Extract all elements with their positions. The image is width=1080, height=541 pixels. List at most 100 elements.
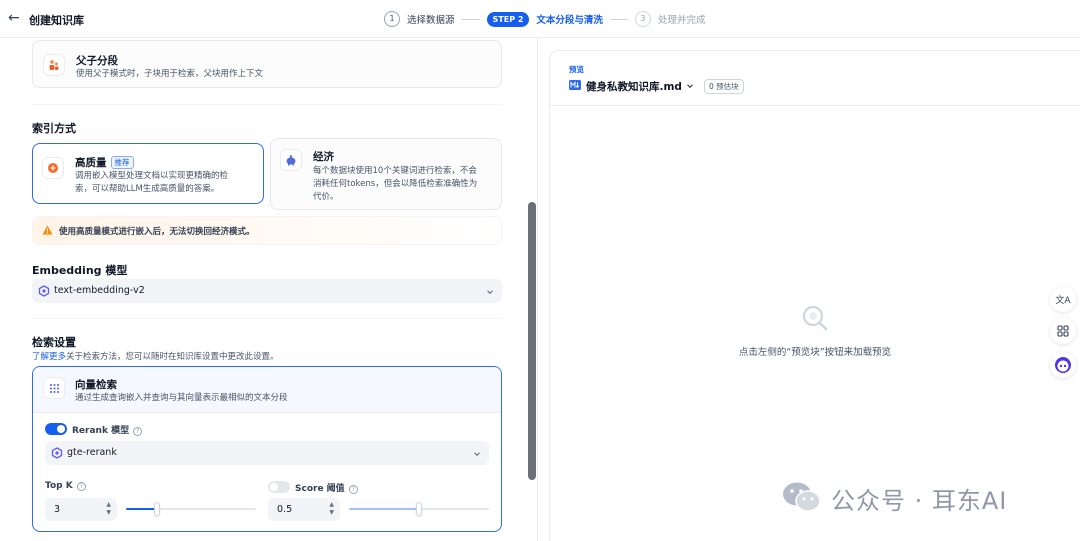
card-title: 向量检索 [75, 379, 117, 391]
high-quality-icon [42, 157, 64, 179]
top-k-label: Top K? [45, 481, 86, 491]
chunk-count-badge: 0 预估块 [703, 78, 744, 94]
document-selector[interactable]: 健身私教知识库.md 0 预估块 [569, 78, 744, 94]
card-desc: 使用父子模式时，子块用于检索，父块用作上下文 [76, 69, 264, 79]
card-desc: 通过生成查询嵌入并查询与其向量表示最相似的文本分段 [75, 393, 288, 403]
step-label: 文本分段与清洗 [536, 15, 603, 26]
rerank-label: Rerank 模型? [72, 423, 143, 436]
divider [550, 105, 1080, 106]
top-k-input[interactable]: 3 ▲ ▼ [45, 498, 117, 521]
index-section-title: 索引方式 [32, 122, 76, 135]
help-icon[interactable]: ? [133, 427, 143, 436]
help-text: 关于检索方法，您可以随时在知识库设置中更改此设置。 [66, 352, 279, 362]
score-threshold-toggle[interactable] [268, 481, 290, 493]
high-quality-title: 高质量 [75, 157, 107, 169]
card-title: 经济 [313, 151, 334, 163]
apps-grid-icon[interactable] [1050, 318, 1076, 344]
retrieval-section-title: 检索设置 [32, 336, 76, 349]
step-connector [609, 18, 628, 20]
stepper: 1 选择数据源 STEP 2 文本分段与清洗 3 处理并完成 [384, 10, 705, 28]
vector-search-card[interactable]: 向量检索 通过生成查询嵌入并查询与其向量表示最相似的文本分段 Rerank 模型… [32, 366, 502, 532]
selected-model: text-embedding-v2 [54, 285, 145, 296]
score-threshold-slider[interactable] [349, 502, 489, 516]
step-label: 处理并完成 [657, 15, 706, 26]
chevron-down-icon [686, 80, 694, 93]
card-desc: 消耗任何tokens，但会以降低检索准确性为 [313, 179, 478, 189]
model-provider-icon [38, 285, 50, 300]
stepper-arrows-icon[interactable]: ▲ ▼ [106, 501, 111, 517]
score-threshold-input[interactable]: 0.5 ▲ ▼ [268, 498, 340, 521]
slider-thumb[interactable] [416, 502, 422, 516]
learn-more-link[interactable]: 了解更多 [32, 352, 66, 362]
selected-rerank-model: gte-rerank [67, 447, 117, 458]
embedding-model-select[interactable]: text-embedding-v2 [32, 279, 502, 303]
empty-state-text: 点击左侧的“预览块”按钮来加载预览 [738, 347, 892, 358]
step-3: 3 处理并完成 [634, 11, 706, 27]
step-1: 1 选择数据源 [384, 11, 455, 27]
step-2: STEP 2 文本分段与清洗 [486, 11, 603, 27]
top-k-value: 3 [54, 504, 61, 515]
wechat-logo-icon [781, 480, 823, 517]
slider-thumb[interactable] [154, 502, 160, 516]
score-threshold-label: Score 阈值? [295, 481, 358, 494]
step-number: 1 [384, 11, 400, 27]
parent-child-icon [43, 54, 65, 76]
step-label: 选择数据源 [407, 15, 455, 26]
step-number: 3 [634, 11, 651, 27]
watermark: 公众号 · 耳东AI [781, 480, 1007, 517]
rerank-label-text: Rerank 模型 [72, 426, 130, 436]
top-k-slider[interactable] [126, 502, 256, 516]
warning-icon [42, 225, 53, 238]
top-k-label-text: Top K [45, 481, 73, 491]
help-icon[interactable]: ? [76, 482, 86, 491]
stepper-arrows-icon[interactable]: ▲ ▼ [329, 501, 334, 517]
recommend-tag: 推荐 [110, 156, 134, 169]
vector-search-header: 向量检索 通过生成查询嵌入并查询与其向量表示最相似的文本分段 [33, 367, 501, 413]
top-bar: ← 创建知识库 1 选择数据源 STEP 2 文本分段与清洗 3 处理并完成 [0, 0, 1080, 38]
slider-fill [126, 508, 157, 510]
panel-divider [537, 38, 538, 541]
grid-dots-icon [43, 377, 65, 399]
card-title: 父子分段 [76, 55, 118, 67]
rerank-model-select[interactable]: gte-rerank [45, 441, 489, 465]
card-desc: 代价。 [313, 192, 339, 202]
piggy-bank-icon [280, 149, 302, 171]
toggle-knob [270, 483, 278, 491]
divider [32, 104, 502, 105]
retrieval-help: 了解更多关于检索方法，您可以随时在知识库设置中更改此设置。 [32, 350, 279, 362]
card-desc: 调用嵌入模型处理文档以实现更精确的检 [75, 171, 229, 181]
model-provider-icon [51, 447, 63, 462]
economy-option[interactable]: 经济 每个数据块使用10个关键词进行检索，不会 消耗任何tokens，但会以降低… [270, 138, 502, 210]
score-label-text: Score 阈值 [295, 484, 345, 494]
settings-panel: 父子分段 使用父子模式时，子块用于检索，父块用作上下文 索引方式 高质量 推荐 调… [0, 38, 537, 541]
divider [32, 318, 502, 319]
card-desc: 每个数据块使用10个关键词进行检索，不会 [313, 166, 477, 176]
translate-icon[interactable]: 文A [1050, 286, 1076, 312]
warning-text: 使用高质量模式进行嵌入后，无法切换回经济模式。 [59, 227, 255, 237]
step-badge: STEP 2 [486, 11, 530, 27]
score-value: 0.5 [277, 504, 293, 515]
back-arrow-icon[interactable]: ← [8, 10, 20, 26]
chevron-down-icon [486, 286, 494, 299]
document-name: 健身私教知识库.md [586, 80, 682, 93]
step-connector [461, 18, 480, 20]
assistant-avatar-icon[interactable] [1050, 352, 1076, 378]
page-title: 创建知识库 [29, 14, 84, 27]
high-quality-option[interactable]: 高质量 推荐 调用嵌入模型处理文档以实现更精确的检 索，可以帮助LLM生成高质量的… [32, 143, 264, 204]
markdown-file-icon [569, 79, 581, 93]
search-empty-icon [801, 304, 829, 335]
translate-label: 文A [1055, 295, 1071, 306]
preview-label: 预览 [569, 65, 584, 74]
help-icon[interactable]: ? [348, 485, 358, 494]
chevron-down-icon [473, 448, 481, 461]
card-title: 高质量 推荐 [75, 155, 134, 170]
card-desc: 索，可以帮助LLM生成高质量的答案。 [75, 184, 220, 194]
segment-mode-card[interactable]: 父子分段 使用父子模式时，子块用于检索，父块用作上下文 [32, 40, 502, 88]
warning-banner: 使用高质量模式进行嵌入后，无法切换回经济模式。 [32, 216, 502, 245]
watermark-text: 公众号 · 耳东AI [831, 487, 1008, 515]
preview-panel: 预览 健身私教知识库.md 0 预估块 点击左侧的“预览块”按钮来加载预览 [549, 50, 1080, 541]
slider-fill [349, 508, 419, 510]
toggle-knob [57, 425, 65, 433]
rerank-toggle[interactable] [45, 423, 67, 435]
scrollbar-thumb[interactable] [528, 202, 536, 480]
